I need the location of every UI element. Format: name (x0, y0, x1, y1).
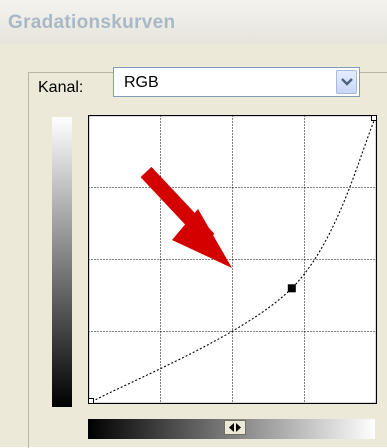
channel-label: Kanal: (34, 79, 88, 97)
left-right-arrows-icon (229, 423, 241, 432)
channel-select-value: RGB (124, 74, 159, 91)
curve-control-point[interactable] (287, 284, 296, 293)
dialog-title-bar: Gradationskurven (0, 0, 387, 44)
gradient-toggle-button[interactable] (224, 420, 246, 435)
curve-control-point[interactable] (88, 398, 94, 404)
output-gradient-bar (52, 117, 72, 407)
chevron-down-icon[interactable] (336, 70, 357, 94)
channel-select[interactable]: RGB (113, 67, 360, 97)
curve-control-point[interactable] (371, 115, 377, 121)
curve-graph[interactable] (88, 115, 377, 404)
dialog-title: Gradationskurven (8, 12, 176, 33)
